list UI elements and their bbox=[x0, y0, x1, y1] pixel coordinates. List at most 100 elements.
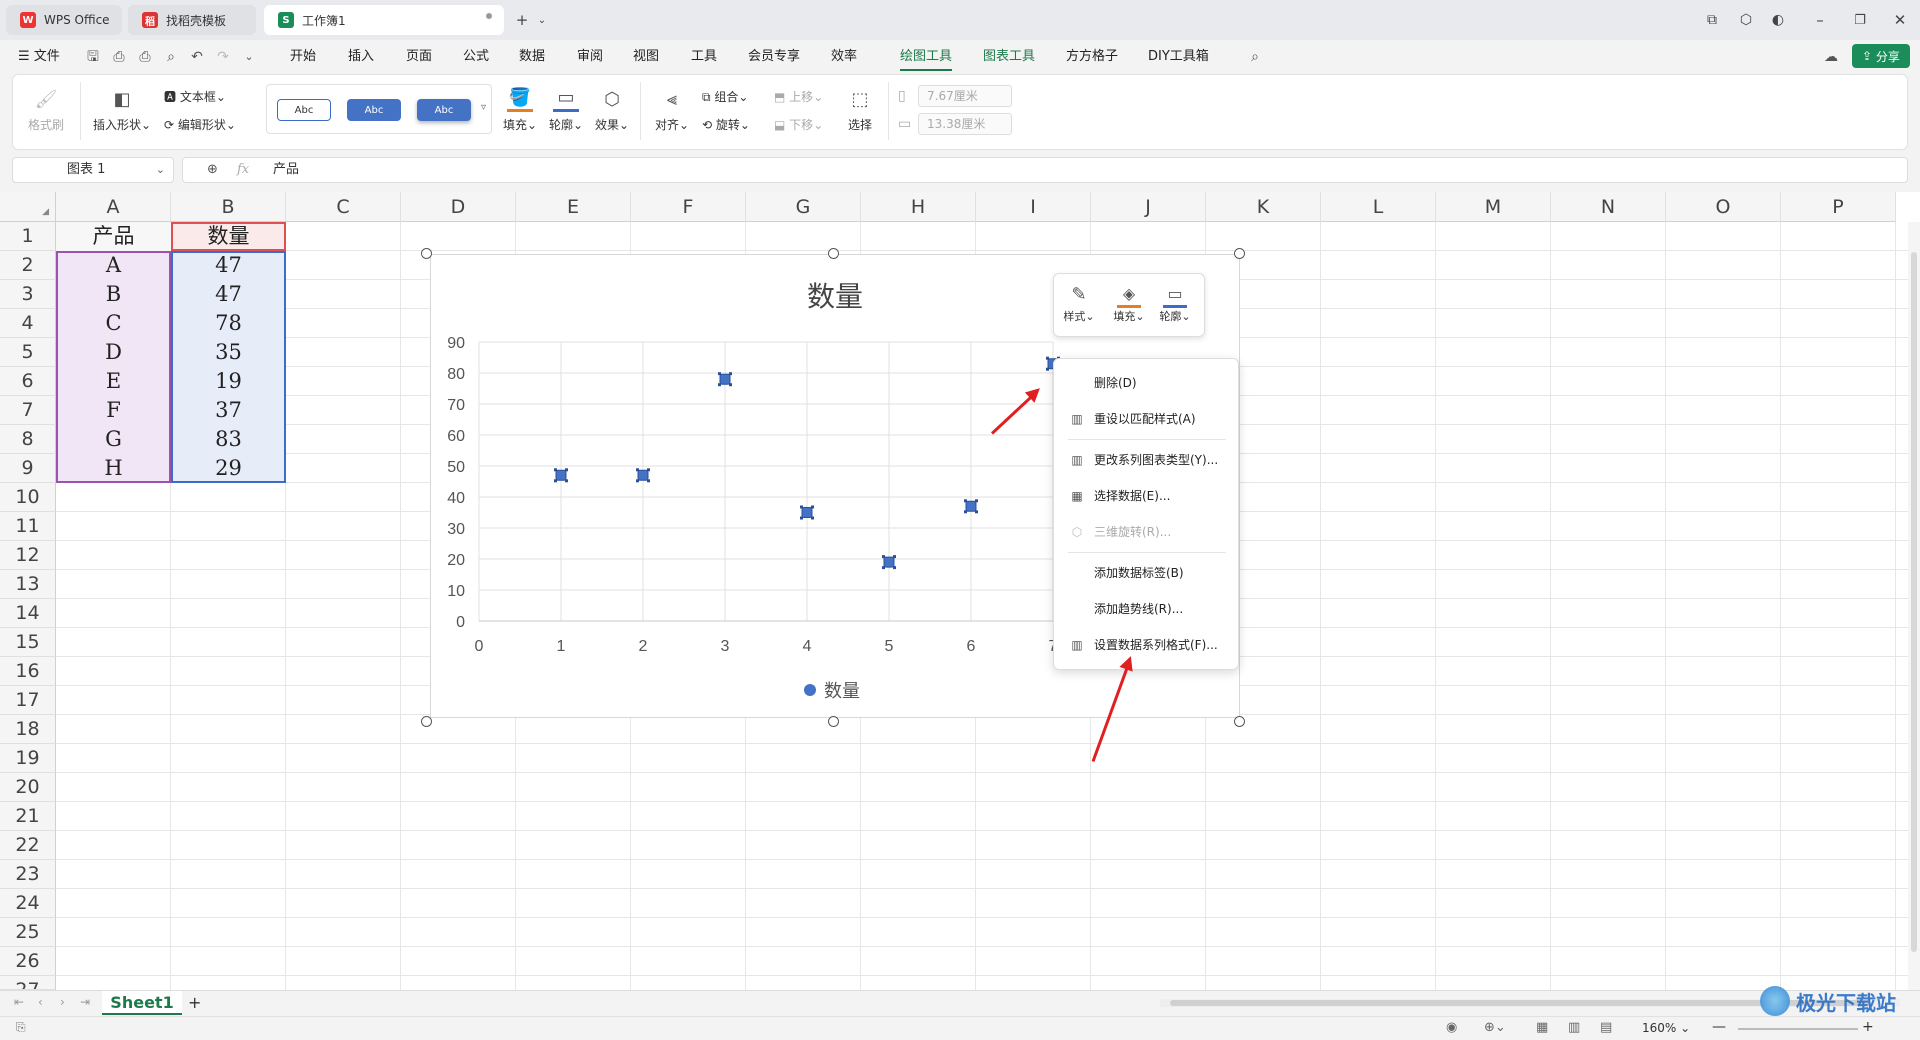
row-header[interactable]: 14 bbox=[0, 599, 56, 628]
first-sheet-icon[interactable]: ⇤ bbox=[14, 995, 24, 1009]
menu-item-delete[interactable]: 删除(D) bbox=[1054, 370, 1238, 396]
table-cell[interactable]: 47 bbox=[171, 280, 286, 309]
data-point[interactable] bbox=[719, 373, 731, 385]
table-cell[interactable]: 29 bbox=[171, 454, 286, 483]
row-header[interactable]: 23 bbox=[0, 860, 56, 889]
menu-item-reset-style[interactable]: ▥ 重设以匹配样式(A) bbox=[1054, 406, 1238, 432]
data-point[interactable] bbox=[555, 469, 567, 481]
restore-icon[interactable]: ❐ bbox=[1850, 10, 1870, 30]
normal-view-icon[interactable]: ▦ bbox=[1536, 1020, 1548, 1035]
unsaved-dot-icon[interactable] bbox=[486, 13, 492, 19]
data-point[interactable] bbox=[801, 507, 813, 518]
row-header[interactable]: 1 bbox=[0, 222, 56, 251]
fill-button[interactable]: 🪣 填充⌄ bbox=[500, 86, 540, 133]
macro-icon[interactable]: ⎘ bbox=[16, 1020, 26, 1035]
column-header[interactable]: A bbox=[56, 192, 171, 222]
data-point[interactable] bbox=[637, 469, 649, 481]
column-header[interactable]: I bbox=[976, 192, 1091, 222]
zoom-slider[interactable] bbox=[1738, 1028, 1858, 1030]
gallery-more-icon[interactable]: ▿ bbox=[481, 102, 486, 113]
quick-access-chevron-icon[interactable]: ⌄ bbox=[240, 48, 258, 66]
resize-handle-top-left[interactable] bbox=[421, 248, 432, 259]
row-header[interactable]: 17 bbox=[0, 686, 56, 715]
tab-wps-office[interactable]: W WPS Office bbox=[6, 5, 122, 35]
row-header[interactable]: 24 bbox=[0, 889, 56, 918]
column-header[interactable]: J bbox=[1091, 192, 1206, 222]
style-fill-sample[interactable]: Abc bbox=[347, 99, 401, 121]
tab-workbook1[interactable]: S 工作簿1 bbox=[264, 5, 504, 35]
menu-page[interactable]: 页面 bbox=[406, 47, 432, 67]
row-header[interactable]: 11 bbox=[0, 512, 56, 541]
menu-diy-toolbox[interactable]: DIY工具箱 bbox=[1148, 47, 1209, 67]
zoom-level[interactable]: 160% ⌄ bbox=[1642, 1021, 1690, 1035]
table-cell[interactable]: 19 bbox=[171, 367, 286, 396]
row-header[interactable]: 3 bbox=[0, 280, 56, 309]
row-header[interactable]: 4 bbox=[0, 309, 56, 338]
zoom-in-button[interactable]: + bbox=[1862, 1019, 1874, 1035]
table-cell[interactable]: 37 bbox=[171, 396, 286, 425]
edit-shape-button[interactable]: ⟳ 编辑形状⌄ bbox=[164, 116, 236, 133]
minimize-icon[interactable]: – bbox=[1810, 10, 1830, 30]
menu-member[interactable]: 会员专享 bbox=[748, 47, 800, 67]
menu-tools[interactable]: 工具 bbox=[691, 47, 717, 67]
share-button[interactable]: ⇪ 分享 bbox=[1852, 44, 1910, 68]
vertical-scroll-thumb[interactable] bbox=[1911, 252, 1917, 952]
row-header[interactable]: 7 bbox=[0, 396, 56, 425]
align-button[interactable]: ⫷ 对齐⌄ bbox=[652, 86, 692, 133]
next-sheet-icon[interactable]: › bbox=[60, 995, 65, 1009]
eye-protection-icon[interactable]: ◉ bbox=[1446, 1020, 1457, 1035]
table-cell[interactable]: H bbox=[56, 454, 171, 483]
resize-handle-top-right[interactable] bbox=[1234, 248, 1245, 259]
menu-item-add-data-labels[interactable]: 添加数据标签(B) bbox=[1054, 560, 1238, 586]
row-header[interactable]: 5 bbox=[0, 338, 56, 367]
header-cell[interactable]: 产品 bbox=[56, 222, 171, 251]
search-icon[interactable]: ⌕ bbox=[1246, 48, 1264, 66]
menu-item-select-data[interactable]: ▦ 选择数据(E)... bbox=[1054, 483, 1238, 509]
avatar[interactable]: ◐ bbox=[1768, 10, 1788, 30]
column-header[interactable]: G bbox=[746, 192, 861, 222]
zoom-out-button[interactable]: — bbox=[1712, 1019, 1726, 1035]
data-point[interactable] bbox=[965, 500, 977, 512]
menu-review[interactable]: 审阅 bbox=[577, 47, 603, 67]
sheet-tab-sheet1[interactable]: Sheet1 bbox=[102, 991, 182, 1015]
menu-chart-tools[interactable]: 图表工具 bbox=[983, 47, 1035, 67]
resize-handle-top[interactable] bbox=[828, 248, 839, 259]
menu-drawing-tools[interactable]: 绘图工具 bbox=[900, 47, 953, 71]
row-header[interactable]: 20 bbox=[0, 773, 56, 802]
group-button[interactable]: ⧉ 组合⌄ bbox=[702, 88, 748, 105]
layout-icon[interactable]: ⧉ bbox=[1702, 10, 1722, 30]
textbox-button[interactable]: 🅰 文本框⌄ bbox=[164, 88, 226, 105]
last-sheet-icon[interactable]: ⇥ bbox=[80, 995, 90, 1009]
add-sheet-button[interactable]: + bbox=[188, 993, 201, 1012]
row-header[interactable]: 8 bbox=[0, 425, 56, 454]
prev-sheet-icon[interactable]: ‹ bbox=[38, 995, 43, 1009]
effect-button[interactable]: ⬡ 效果⌄ bbox=[592, 86, 632, 133]
focus-mode-icon[interactable]: ⊕⌄ bbox=[1484, 1020, 1506, 1035]
tab-docer[interactable]: 稻 找稻壳模板 bbox=[128, 5, 256, 35]
chart-legend[interactable]: 数量 bbox=[804, 677, 860, 703]
menu-efficiency[interactable]: 效率 bbox=[831, 47, 857, 67]
table-cell[interactable]: 47 bbox=[171, 251, 286, 280]
width-field[interactable]: 13.38厘米 bbox=[918, 113, 1012, 135]
page-break-icon[interactable]: ▤ bbox=[1600, 1020, 1612, 1035]
row-header[interactable]: 15 bbox=[0, 628, 56, 657]
header-cell[interactable]: 数量 bbox=[171, 222, 286, 251]
row-header[interactable]: 13 bbox=[0, 570, 56, 599]
insert-shape-button[interactable]: ◧ 插入形状⌄ bbox=[90, 86, 154, 133]
style-shadow-sample[interactable]: Abc bbox=[417, 99, 471, 121]
zoom-formula-icon[interactable]: ⊕ bbox=[207, 158, 218, 182]
print-icon[interactable]: ⎙ bbox=[136, 48, 154, 66]
data-point[interactable] bbox=[883, 556, 895, 568]
resize-handle-bottom-left[interactable] bbox=[421, 716, 432, 727]
table-cell[interactable]: G bbox=[56, 425, 171, 454]
menu-formula[interactable]: 公式 bbox=[463, 47, 489, 67]
row-header[interactable]: 9 bbox=[0, 454, 56, 483]
table-cell[interactable]: D bbox=[56, 338, 171, 367]
height-field[interactable]: 7.67厘米 bbox=[918, 85, 1012, 107]
print-preview-icon[interactable]: ⌕ bbox=[162, 48, 180, 66]
column-header[interactable]: B bbox=[171, 192, 286, 222]
select-all-corner[interactable]: ◢ bbox=[0, 192, 56, 222]
row-header[interactable]: 26 bbox=[0, 947, 56, 976]
menu-item-format-data-series[interactable]: ▥ 设置数据系列格式(F)... bbox=[1054, 632, 1238, 658]
menu-data[interactable]: 数据 bbox=[519, 47, 545, 67]
